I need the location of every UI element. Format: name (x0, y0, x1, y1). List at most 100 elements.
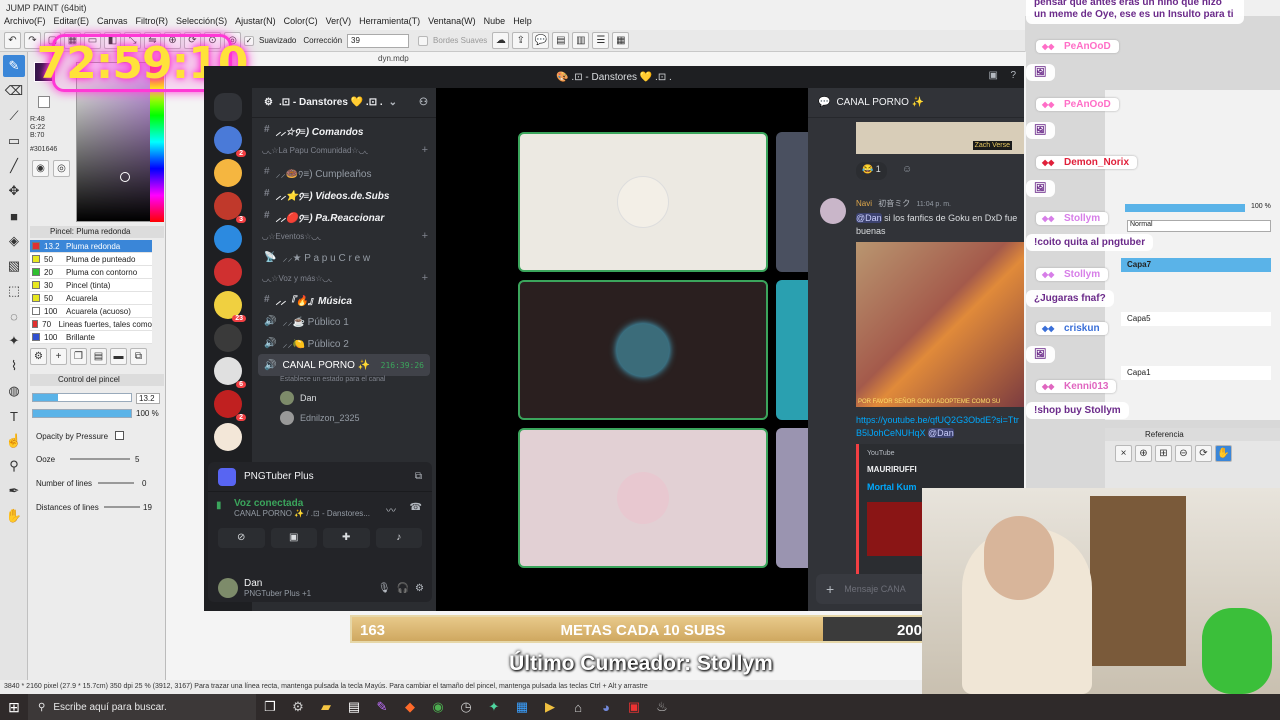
dropper-tool-icon[interactable]: ⚲ (3, 455, 25, 477)
brush-row[interactable]: 30 Pincel (tinta) (30, 279, 152, 292)
taskbar-search[interactable]: ⚲ Escribe aquí para buscar. (28, 694, 256, 720)
inbox-icon[interactable]: ▣ (989, 70, 998, 81)
select-tool-icon[interactable]: ⬚ (3, 280, 25, 302)
add-attachment-icon[interactable]: + (826, 581, 834, 597)
brush-row[interactable]: 100 Acuarela (acuoso) (30, 305, 152, 318)
menu-help[interactable]: Help (513, 16, 540, 30)
task-view-icon[interactable]: ❐ (256, 694, 284, 720)
screen-share-button[interactable]: ▣ (270, 528, 317, 548)
channel-item[interactable]: 🔊 ⸝⸝🍋 Público 2 (252, 332, 436, 354)
add-reaction-icon[interactable]: ☺ (902, 164, 912, 175)
channel-item[interactable]: # ⸝⸝⭐᠀≡) Videos.de.Subs (252, 182, 436, 204)
gradient-tool-icon[interactable]: ▧ (3, 255, 25, 277)
menu-herramienta[interactable]: Herramienta(T) (359, 16, 428, 30)
add-channel-icon[interactable]: + (422, 144, 428, 156)
eyedropper-tool-icon[interactable]: ⟋ (3, 105, 25, 127)
ref-zoom-in-icon[interactable]: ⊕ (1135, 445, 1152, 462)
brush-row[interactable]: 100 Brillante (30, 331, 152, 344)
reaction-chip[interactable]: 😂 1 (856, 162, 887, 180)
list-icon[interactable]: ☰ (592, 32, 610, 49)
server-icon[interactable] (214, 258, 242, 286)
ref-fit-icon[interactable]: ⊞ (1155, 445, 1172, 462)
voice-status-hint[interactable]: Establece un estado para el canal (252, 376, 436, 388)
channel-item[interactable]: # ⸝⸝🔴᠀≡) Pa.Reaccionar (252, 204, 436, 226)
guild-header[interactable]: ⚙ .⊡ - Danstores 💛 .⊡ . ⌄ ⚇ (252, 88, 436, 118)
brush-dup-icon[interactable]: ⧉ (130, 348, 147, 365)
soundboard-button[interactable]: ♪ (375, 528, 422, 548)
text-tool-icon[interactable]: T (3, 405, 25, 427)
noise-suppression-icon[interactable]: 〰 (386, 502, 396, 517)
server-icon[interactable]: 3 (214, 192, 246, 223)
discord-home-icon[interactable] (214, 93, 242, 121)
brush-row[interactable]: 50 Pluma de punteado (30, 253, 152, 266)
server-icon[interactable] (214, 324, 242, 352)
embed-thumbnail[interactable] (867, 502, 927, 556)
message-author[interactable]: Navi (856, 199, 872, 208)
server-icon[interactable] (214, 225, 242, 253)
brush-row[interactable]: 50 Acuarela (30, 292, 152, 305)
message-link[interactable]: https://youtube.be/qfUQ2G3ObdE?si=TtrB5l… (856, 414, 1024, 440)
palette2-icon[interactable]: ◎ (53, 160, 70, 177)
wand-tool-icon[interactable]: ✦ (3, 330, 25, 352)
voice-channel-active[interactable]: 🔊 CANAL PORNO ✨ 216:39:26 (258, 354, 430, 376)
brush-page-icon[interactable]: ▤ (90, 348, 107, 365)
menu-ver[interactable]: Ver(V) (326, 16, 360, 30)
prev-image[interactable]: Zach Verse (856, 122, 1024, 154)
media-icon[interactable]: ▶ (536, 694, 564, 720)
menu-editar[interactable]: Editar(E) (54, 16, 98, 30)
activity-popout-icon[interactable]: ⧉ (415, 471, 422, 482)
correccion-input[interactable]: 39 (347, 33, 410, 48)
video-tile[interactable] (518, 428, 768, 568)
add-channel-icon[interactable]: + (422, 272, 428, 284)
clock-app-icon[interactable]: ◷ (452, 694, 480, 720)
embed-author[interactable]: MAURIRUFFI (867, 465, 1016, 474)
avatar[interactable] (218, 578, 238, 598)
discord-icon[interactable]: ◕ (592, 694, 620, 720)
server-icon[interactable]: 6 (214, 357, 246, 388)
video-tile-partial[interactable] (776, 428, 808, 568)
photos-icon[interactable]: ✦ (480, 694, 508, 720)
menu-color[interactable]: Color(C) (284, 16, 326, 30)
windows-start-icon[interactable]: ⊞ (0, 694, 28, 720)
voice-user[interactable]: Dan (252, 388, 436, 408)
page-icon[interactable]: ▥ (572, 32, 590, 49)
lasso-tool-icon[interactable]: ◌ (3, 305, 25, 327)
comment-icon[interactable]: ▤ (552, 32, 570, 49)
settings-gear-icon[interactable]: ⚙ (415, 583, 424, 594)
brush-settings-icon[interactable]: ⚙ (30, 348, 47, 365)
channel-category[interactable]: ◟◞◟☆La Papu Comunidad☆◟◞◟ + (252, 140, 436, 160)
doc-tab[interactable]: dyn.mdp (378, 54, 409, 63)
brush-row[interactable]: 20 Pluma con contorno (30, 266, 152, 279)
channel-item[interactable]: # ⸝⸝☆᠀≡) Comandos (252, 118, 436, 140)
hand-tool-icon[interactable]: ✋ (3, 505, 25, 527)
add-channel-icon[interactable]: + (422, 230, 428, 242)
video-tile[interactable] (518, 280, 768, 420)
brush-tool-icon[interactable]: ⌇ (3, 355, 25, 377)
menu-filtro[interactable]: Filtro(R) (136, 16, 177, 30)
menu-seleccion[interactable]: Selección(S) (176, 16, 235, 30)
channel-item[interactable]: # ⸝⸝🍩᠀≡) Cumpleaños (252, 160, 436, 182)
move-tool-icon[interactable]: ✥ (3, 180, 25, 202)
size-slider[interactable] (32, 393, 132, 402)
video-tile-partial[interactable] (776, 280, 808, 420)
palette-icon[interactable]: ◉ (32, 160, 49, 177)
server-icon[interactable] (214, 423, 242, 451)
bucket-tool-icon[interactable]: ◈ (3, 230, 25, 252)
blur-tool-icon[interactable]: ◍ (3, 380, 25, 402)
server-icon[interactable] (214, 159, 242, 187)
brave-icon[interactable]: ◆ (396, 694, 424, 720)
video-tile-partial[interactable] (776, 132, 808, 272)
pen-app-icon[interactable]: ✎ (368, 694, 396, 720)
rect-select-tool-icon[interactable]: ▭ (3, 130, 25, 152)
brush-copy-icon[interactable]: ❐ (70, 348, 87, 365)
ref-hand-icon[interactable]: ✋ (1215, 445, 1232, 462)
message-mention[interactable]: @Dan (856, 213, 882, 223)
ooze-slider[interactable] (70, 458, 130, 460)
link-mention[interactable]: @Dan (928, 428, 954, 438)
bg-color-swatch[interactable] (38, 96, 50, 108)
tool-app-icon[interactable]: ⌂ (564, 694, 592, 720)
upload-icon[interactable]: ⇪ (512, 32, 530, 49)
ref-zoom-out-icon[interactable]: ⊖ (1175, 445, 1192, 462)
server-icon[interactable]: 2 (214, 126, 246, 157)
distances-slider[interactable] (104, 506, 140, 508)
